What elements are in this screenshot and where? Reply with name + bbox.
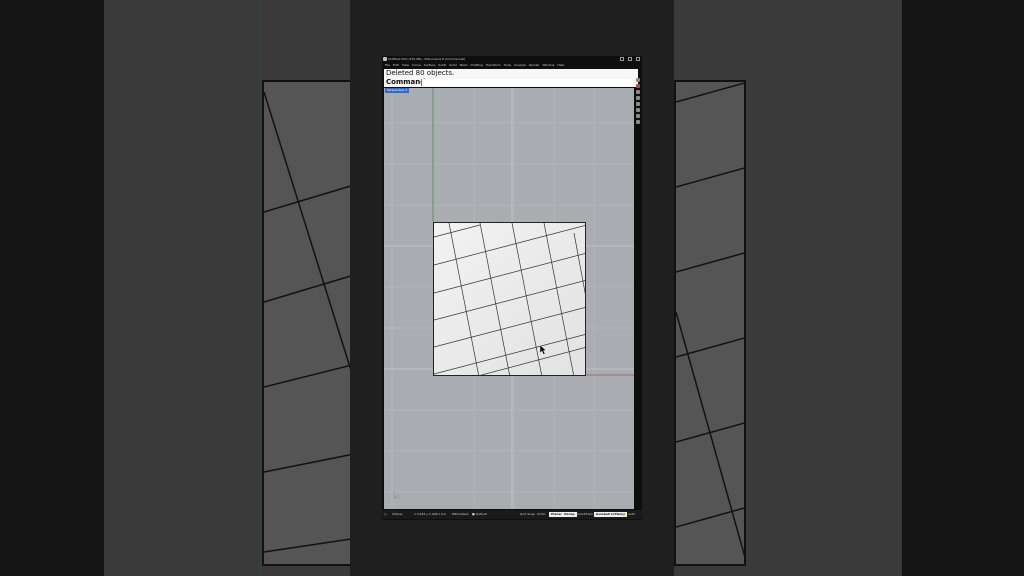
menu-item-window[interactable]: Window — [543, 63, 555, 68]
menu-item-surface[interactable]: Surface — [424, 63, 435, 68]
menu-item-view[interactable]: View — [402, 63, 409, 68]
viewport-tab-perspective[interactable]: Perspective ▾ — [385, 88, 409, 93]
menu-item-tools[interactable]: Tools — [504, 63, 511, 68]
close-icon[interactable] — [636, 57, 640, 61]
panel-toggle-icon[interactable]: ▢ — [384, 510, 387, 519]
tool-icon[interactable] — [636, 120, 640, 124]
tool-icon[interactable] — [636, 84, 640, 88]
toggle-ortho[interactable]: Ortho — [537, 510, 546, 519]
status-coordinates: x 3.634 y 1.028 z 0.0 — [414, 512, 446, 516]
menu-item-analyze[interactable]: Analyze — [514, 63, 526, 68]
menu-item-subd[interactable]: SubD — [438, 63, 446, 68]
menu-item-mesh[interactable]: Mesh — [460, 63, 468, 68]
toggle-grid-snap[interactable]: Grid Snap — [520, 510, 535, 519]
tool-icon[interactable] — [636, 96, 640, 100]
background-left-panel — [104, 0, 350, 576]
background-right-panel — [674, 0, 902, 576]
menu-item-file[interactable]: File — [385, 63, 390, 68]
window-controls — [620, 57, 640, 61]
menu-item-transform[interactable]: Transform — [486, 63, 501, 68]
title-bar: Untitled.3dm (331 KB) - Rhinoceros 8 (Co… — [382, 56, 642, 63]
right-toolbar — [635, 78, 641, 138]
menu-item-solid[interactable]: Solid — [449, 63, 456, 68]
tool-icon[interactable] — [636, 108, 640, 112]
background-surface-left — [262, 80, 350, 566]
tool-icon[interactable] — [636, 90, 640, 94]
world-axes-icon — [393, 491, 401, 499]
mouse-cursor-icon — [540, 345, 547, 355]
planar-surface[interactable] — [433, 222, 586, 376]
minimize-icon[interactable] — [620, 57, 624, 61]
command-history: Deleted 80 objects. — [384, 69, 638, 78]
status-bar: ▢ CPlane x 3.634 y 1.028 z 0.0 Millimete… — [382, 510, 642, 519]
lock-icon[interactable]: 🔒 — [622, 510, 626, 519]
menu-item-curve[interactable]: Curve — [412, 63, 421, 68]
maximize-icon[interactable] — [628, 57, 632, 61]
rhino-app-window: Untitled.3dm (331 KB) - Rhinoceros 8 (Co… — [382, 56, 642, 520]
command-line: Command: — [384, 78, 638, 87]
background-left-edge — [0, 0, 104, 576]
background-surface-right-lines — [676, 82, 744, 557]
tool-icon[interactable] — [636, 102, 640, 106]
menu-item-edit[interactable]: Edit — [393, 63, 399, 68]
menu-item-drafting[interactable]: Drafting — [471, 63, 483, 68]
background-surface-right — [674, 80, 746, 566]
tool-icon[interactable] — [636, 78, 640, 82]
background-right-edge — [902, 0, 1024, 576]
menu-item-help[interactable]: Help — [557, 63, 564, 68]
command-input[interactable] — [421, 79, 632, 86]
viewport-tab-label: Perspective — [387, 88, 405, 92]
window-title: Untitled.3dm (331 KB) - Rhinoceros 8 (Co… — [388, 57, 466, 61]
status-cplane[interactable]: CPlane — [392, 510, 402, 519]
rhino-logo-icon — [383, 57, 387, 61]
tool-icon[interactable] — [636, 114, 640, 118]
status-layer[interactable]: ■ Default — [472, 510, 487, 519]
status-units[interactable]: Millimeters — [452, 510, 469, 519]
toggle-osnap[interactable]: Osnap — [562, 512, 577, 517]
status-auto[interactable]: Auto — [628, 510, 635, 519]
background-surface-left-lines — [264, 91, 350, 553]
menu-item-render[interactable]: Render — [529, 63, 540, 68]
toggle-smarttrack[interactable]: SmartTrack — [576, 510, 593, 519]
surface-isocurves — [434, 223, 585, 375]
menu-bar: File Edit View Curve Surface SubD Solid … — [382, 63, 642, 68]
status-layer-label: Default — [475, 512, 487, 516]
perspective-viewport[interactable]: Perspective ▾ — [384, 88, 634, 509]
